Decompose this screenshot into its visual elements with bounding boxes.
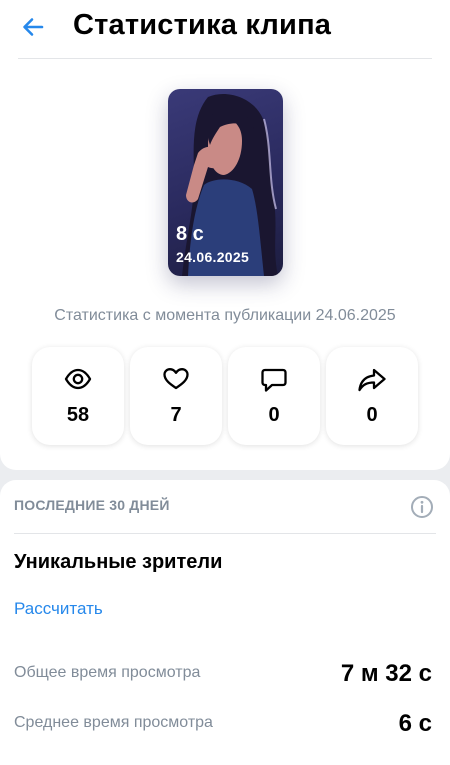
comment-icon — [261, 368, 287, 392]
clip-duration: 8 с — [176, 223, 204, 245]
views-count: 58 — [66, 404, 90, 426]
total-watch-time-value: 7 м 32 с — [340, 660, 432, 687]
header: Статистика клипа — [0, 0, 450, 56]
total-watch-time-label: Общее время просмотра — [14, 664, 201, 681]
arrow-left-icon — [23, 18, 44, 36]
page-title: Статистика клипа — [73, 9, 332, 41]
avg-watch-time-value: 6 с — [398, 710, 432, 737]
calculate-link[interactable]: Рассчитать — [14, 599, 103, 619]
section-header: ПОСЛЕДНИЕ 30 ДНЕЙ — [14, 497, 170, 513]
heart-icon — [163, 368, 189, 390]
clip-date: 24.06.2025 — [176, 249, 250, 265]
clip-preview-image — [182, 94, 278, 276]
shares-count: 0 — [366, 404, 378, 426]
section-divider — [14, 533, 436, 534]
info-icon[interactable] — [410, 495, 434, 519]
shares-stat[interactable]: 0 — [326, 347, 418, 445]
since-publication-text: Статистика с момента публикации 24.06.20… — [54, 307, 396, 324]
likes-stat[interactable]: 7 — [130, 347, 222, 445]
comments-count: 0 — [268, 404, 280, 426]
header-divider — [18, 58, 432, 59]
back-button[interactable] — [16, 10, 50, 44]
unique-viewers-title: Уникальные зрители — [14, 551, 223, 573]
views-stat[interactable]: 58 — [32, 347, 124, 445]
likes-count: 7 — [170, 404, 182, 426]
comments-stat[interactable]: 0 — [228, 347, 320, 445]
eye-icon — [64, 368, 92, 390]
clip-thumbnail[interactable]: 8 с 24.06.2025 — [168, 89, 283, 276]
avg-watch-time-label: Среднее время просмотра — [14, 714, 213, 731]
share-icon — [358, 368, 386, 392]
